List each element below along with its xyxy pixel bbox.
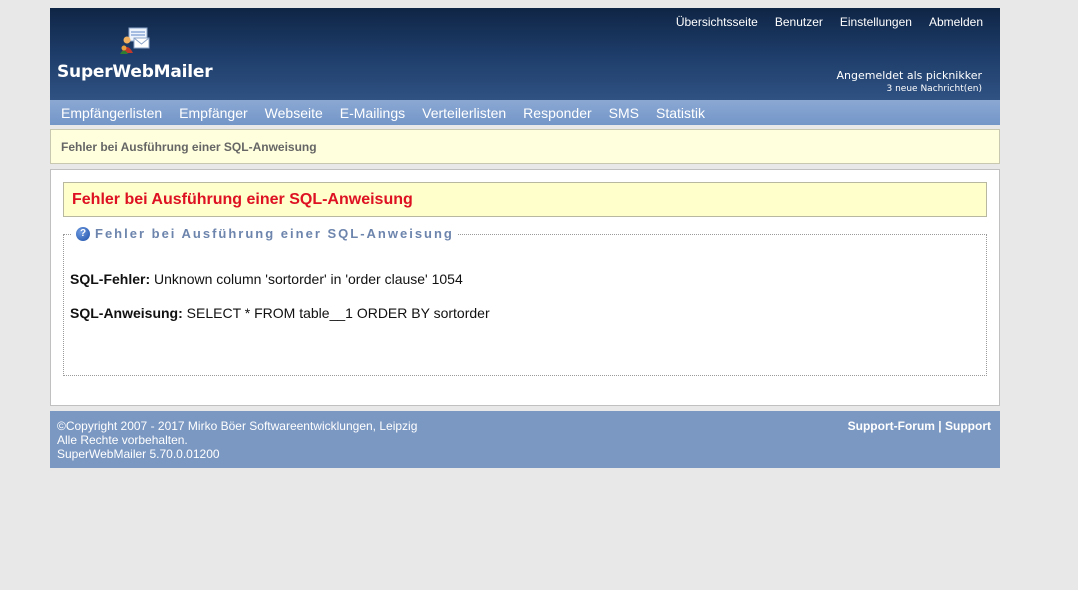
login-info: Angemeldet als picknikker 3 neue Nachric… <box>837 69 983 94</box>
footer-link-separator: | <box>938 419 942 433</box>
messages-info: 3 neue Nachricht(en) <box>837 84 982 94</box>
nav-item-sms[interactable]: SMS <box>609 105 639 121</box>
error-message-box: Fehler bei Ausführung einer SQL-Anweisun… <box>63 182 987 217</box>
brand-name: SuperWebMailer <box>57 62 213 82</box>
header: SuperWebMailer Übersichtsseite Benutzer … <box>50 8 1000 100</box>
sql-statement-row: SQL-Anweisung: SELECT * FROM table__1 OR… <box>70 305 490 321</box>
nav-item-responder[interactable]: Responder <box>523 105 592 121</box>
logged-in-as: Angemeldet als picknikker <box>836 69 983 82</box>
footer-links: Support-Forum | Support <box>848 419 991 433</box>
sql-statement-label: SQL-Anweisung: <box>70 305 183 321</box>
error-title: Fehler bei Ausführung einer SQL-Anweisun… <box>72 190 413 208</box>
page-title: Fehler bei Ausführung einer SQL-Anweisun… <box>61 139 317 154</box>
footer-copyright: ©Copyright 2007 - 2017 Mirko Böer Softwa… <box>57 419 418 433</box>
footer-version: SuperWebMailer 5.70.0.01200 <box>57 447 220 461</box>
sql-error-label: SQL-Fehler: <box>70 271 151 287</box>
nav-item-recipients[interactable]: Empfänger <box>179 105 247 121</box>
page-wrapper: SuperWebMailer Übersichtsseite Benutzer … <box>50 8 1000 468</box>
new-messages-link[interactable]: 3 neue Nachricht(en) <box>887 84 982 94</box>
page-title-bar: Fehler bei Ausführung einer SQL-Anweisun… <box>50 129 1000 164</box>
support-link[interactable]: Support <box>945 419 991 433</box>
top-link-users[interactable]: Benutzer <box>775 15 823 29</box>
support-forum-link[interactable]: Support-Forum <box>848 419 935 433</box>
mailer-logo-icon <box>120 27 150 54</box>
nav-item-distribution-lists[interactable]: Verteilerlisten <box>422 105 506 121</box>
top-link-overview[interactable]: Übersichtsseite <box>676 15 758 29</box>
fieldset-legend: ? Fehler bei Ausführung einer SQL-Anweis… <box>72 226 458 241</box>
top-link-logout[interactable]: Abmelden <box>929 15 983 29</box>
content-panel: Fehler bei Ausführung einer SQL-Anweisun… <box>50 169 1000 406</box>
top-links: Übersichtsseite Benutzer Einstellungen A… <box>676 15 983 29</box>
footer-info: ©Copyright 2007 - 2017 Mirko Böer Softwa… <box>57 419 417 461</box>
sql-error-value: Unknown column 'sortorder' in 'order cla… <box>154 271 463 287</box>
error-details-fieldset: ? Fehler bei Ausführung einer SQL-Anweis… <box>63 226 987 376</box>
nav-item-statistics[interactable]: Statistik <box>656 105 705 121</box>
nav-item-website[interactable]: Webseite <box>265 105 323 121</box>
help-icon[interactable]: ? <box>76 226 90 241</box>
sql-statement-value: SELECT * FROM table__1 ORDER BY sortorde… <box>186 305 490 321</box>
top-link-settings[interactable]: Einstellungen <box>840 15 912 29</box>
footer: ©Copyright 2007 - 2017 Mirko Böer Softwa… <box>50 411 1000 468</box>
footer-rights: Alle Rechte vorbehalten. <box>57 433 188 447</box>
nav-item-recipient-lists[interactable]: Empfängerlisten <box>61 105 162 121</box>
nav-item-emailings[interactable]: E-Mailings <box>340 105 405 121</box>
main-nav: Empfängerlisten Empfänger Webseite E-Mai… <box>50 100 1000 125</box>
fieldset-legend-text: Fehler bei Ausführung einer SQL-Anweisun… <box>95 226 454 241</box>
sql-error-row: SQL-Fehler: Unknown column 'sortorder' i… <box>70 271 463 287</box>
